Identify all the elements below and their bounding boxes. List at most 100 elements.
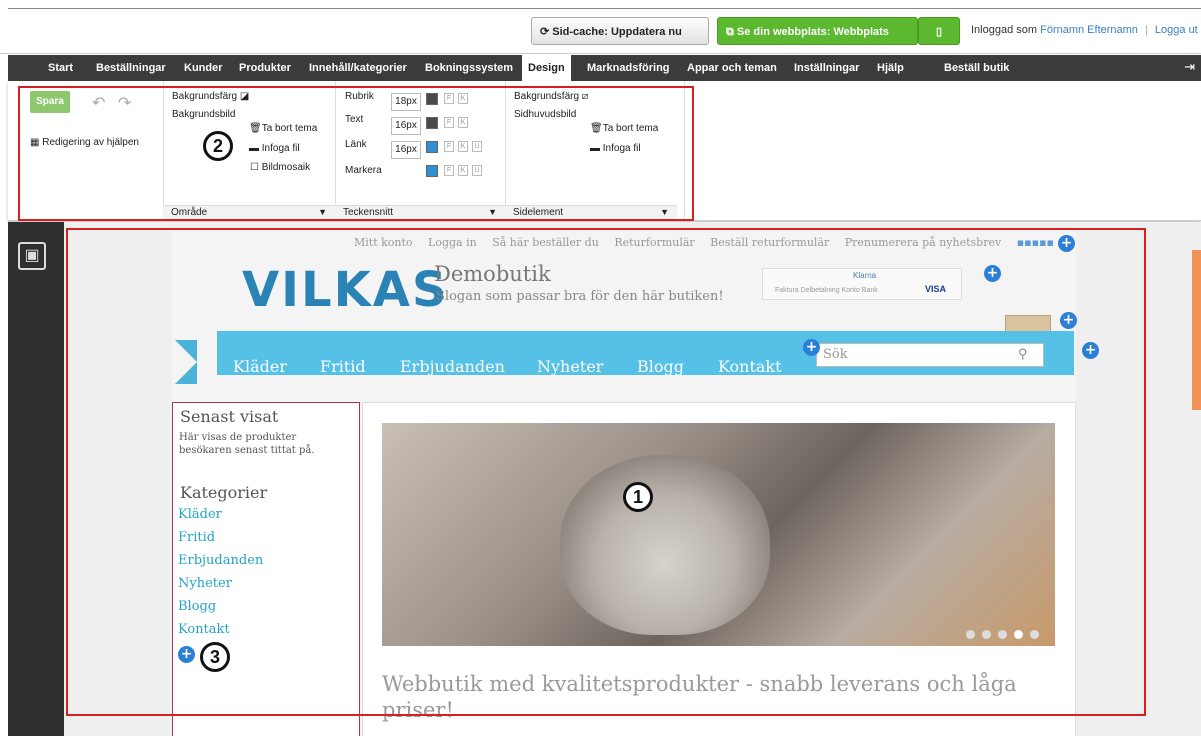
- flags-icon[interactable]: ▪▪▪▪▪: [1017, 236, 1054, 249]
- recent-title: Senast visat: [180, 407, 279, 426]
- italic-icon[interactable]: K: [458, 165, 468, 176]
- menu-clothes[interactable]: Kläder: [233, 357, 287, 376]
- underline-icon[interactable]: U: [472, 141, 482, 152]
- menu-leisure[interactable]: Fritid: [320, 357, 366, 376]
- folder-icon: ▬: [590, 143, 603, 154]
- view-site-button[interactable]: ⧉ Se din webbplats: Webbplats: [717, 17, 918, 45]
- nav-content[interactable]: Innehåll/kategorier: [309, 55, 407, 81]
- add-element-icon[interactable]: +: [803, 339, 820, 356]
- menu-contact[interactable]: Kontakt: [718, 357, 782, 376]
- nav-booking[interactable]: Bokningssystem: [425, 55, 513, 81]
- mobile-icon: ▯: [935, 26, 943, 38]
- exit-icon[interactable]: ⇥: [1184, 59, 1195, 75]
- category-link[interactable]: Erbjudanden: [178, 553, 263, 568]
- nav-marketing[interactable]: Marknadsföring: [587, 55, 670, 81]
- nav-products[interactable]: Produkter: [239, 55, 291, 81]
- add-element-icon[interactable]: +: [178, 646, 195, 663]
- category-link[interactable]: Kontakt: [178, 622, 230, 637]
- nav-settings[interactable]: Inställningar: [794, 55, 859, 81]
- link-order-return-form[interactable]: Beställ returformulär: [710, 236, 829, 249]
- nav-design[interactable]: Design: [522, 55, 571, 81]
- mobile-view-button[interactable]: ▯: [918, 17, 960, 45]
- shop-logo: VILKAS: [242, 262, 449, 318]
- add-element-icon[interactable]: +: [1060, 312, 1077, 329]
- slide-dot[interactable]: [966, 630, 975, 639]
- nav-help[interactable]: Hjälp: [877, 55, 904, 81]
- link-return-form[interactable]: Returformulär: [614, 236, 694, 249]
- menu-news[interactable]: Nyheter: [537, 357, 603, 376]
- layout-icon[interactable]: ▣: [18, 242, 46, 270]
- italic-icon[interactable]: K: [458, 117, 468, 128]
- link-login[interactable]: Logga in: [428, 236, 477, 249]
- font-link-size[interactable]: 16px: [391, 141, 421, 159]
- nav-orders[interactable]: Beställningar: [96, 55, 166, 81]
- login-info: Inloggad som Förnamn Efternamn | Logga u…: [971, 24, 1198, 36]
- category-link[interactable]: Kläder: [178, 507, 222, 522]
- nav-order-shop[interactable]: Beställ butik: [944, 55, 1009, 81]
- annotation-number: 1: [623, 482, 653, 512]
- link-how-to-order[interactable]: Så här beställer du: [492, 236, 599, 249]
- link-newsletter[interactable]: Prenumerera på nyhetsbrev: [845, 236, 1001, 249]
- category-link[interactable]: Blogg: [178, 599, 216, 614]
- side-remove-theme-button[interactable]: 🗑Ta bort tema: [590, 123, 658, 134]
- mosaic-checkbox[interactable]: ☐ Bildmosaik: [250, 162, 310, 173]
- add-element-icon[interactable]: +: [984, 265, 1001, 282]
- search-input[interactable]: Sök: [816, 343, 1044, 367]
- link-color-swatch[interactable]: [426, 141, 438, 153]
- bold-icon[interactable]: F: [444, 165, 454, 176]
- bold-icon[interactable]: F: [444, 93, 454, 104]
- redo-icon[interactable]: ↷: [118, 93, 131, 113]
- font-heading-label: Rubrik: [345, 91, 374, 102]
- menu-ribbon-tail: [175, 340, 197, 384]
- font-text-label: Text: [345, 114, 364, 125]
- dropdown-arrow-icon: ▼: [660, 207, 669, 217]
- slide-dot[interactable]: [1030, 630, 1039, 639]
- category-link[interactable]: Nyheter: [178, 576, 232, 591]
- side-bg-color-item[interactable]: Bakgrundsfärg ⧄: [514, 91, 588, 102]
- slide-dot[interactable]: [998, 630, 1007, 639]
- add-element-icon[interactable]: +: [1058, 235, 1075, 252]
- font-text-size[interactable]: 16px: [391, 117, 421, 135]
- save-button[interactable]: Spara: [30, 91, 70, 113]
- nav-customers[interactable]: Kunder: [184, 55, 223, 81]
- side-accent: [1192, 250, 1201, 410]
- font-heading-size[interactable]: 18px: [391, 93, 421, 111]
- text-color-swatch[interactable]: [426, 117, 438, 129]
- design-ribbon: Spara ↶ ↷ ▦ Redigering av hjälpen Bakgru…: [8, 81, 1201, 221]
- slide-dot[interactable]: [1014, 630, 1023, 639]
- bold-icon[interactable]: F: [444, 141, 454, 152]
- shop-top-links: Mitt konto Logga in Så här beställer du …: [172, 236, 1076, 249]
- nav-start[interactable]: Start: [48, 55, 73, 81]
- folder-icon: ▬: [249, 143, 262, 154]
- category-link[interactable]: Fritid: [178, 530, 215, 545]
- group-area[interactable]: Område ▼: [163, 205, 335, 219]
- bg-image-label: Bakgrundsbild: [172, 109, 236, 120]
- side-insert-file-button[interactable]: ▬ Infoga fil: [590, 143, 641, 154]
- highlight-color-swatch[interactable]: [426, 165, 438, 177]
- heading-color-swatch[interactable]: [426, 93, 438, 105]
- bg-color-item[interactable]: Bakgrundsfärg ◪: [172, 91, 249, 102]
- underline-icon[interactable]: U: [472, 165, 482, 176]
- cache-refresh-button[interactable]: ⟳ Sid-cache: Uppdatera nu: [531, 17, 709, 45]
- slide-dot[interactable]: [982, 630, 991, 639]
- user-name-link[interactable]: Förnamn Efternamn: [1040, 24, 1138, 36]
- undo-icon[interactable]: ↶: [92, 93, 105, 113]
- nav-apps[interactable]: Appar och teman: [687, 55, 777, 81]
- bold-icon[interactable]: F: [444, 117, 454, 128]
- add-element-icon[interactable]: +: [1082, 342, 1099, 359]
- logout-link[interactable]: Logga ut: [1155, 24, 1198, 36]
- header-image-label: Sidhuvudsbild: [514, 109, 577, 120]
- menu-offers[interactable]: Erbjudanden: [400, 357, 505, 376]
- menu-blog[interactable]: Blogg: [637, 357, 684, 376]
- grid-icon: ▦: [30, 137, 43, 148]
- remove-theme-button[interactable]: 🗑Ta bort tema: [249, 123, 317, 134]
- annotation-number: 3: [200, 642, 230, 672]
- help-edit-item[interactable]: ▦ Redigering av hjälpen: [30, 137, 139, 148]
- search-icon[interactable]: ⚲: [1018, 346, 1028, 362]
- group-font[interactable]: Teckensnitt ▼: [335, 205, 505, 219]
- insert-file-button[interactable]: ▬ Infoga fil: [249, 143, 300, 154]
- italic-icon[interactable]: K: [458, 93, 468, 104]
- italic-icon[interactable]: K: [458, 141, 468, 152]
- link-my-account[interactable]: Mitt konto: [354, 236, 413, 249]
- group-side-elements[interactable]: Sidelement ▼: [505, 205, 677, 219]
